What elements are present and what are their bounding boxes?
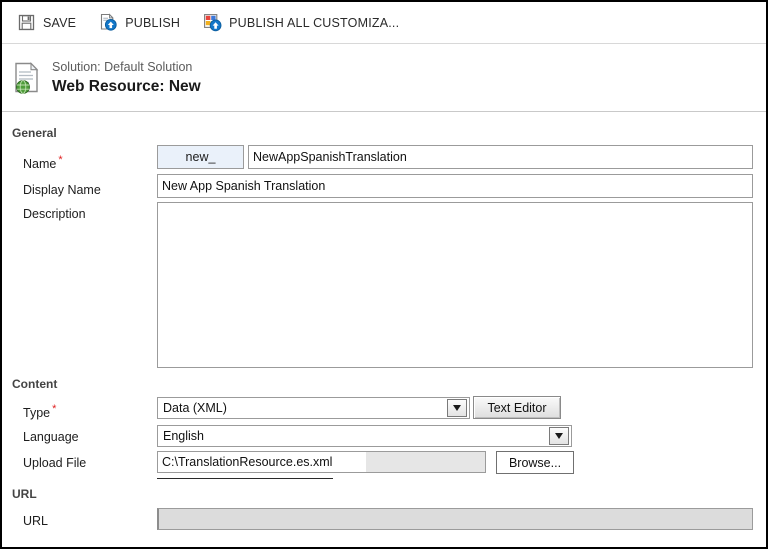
upload-file-field-label: Upload File (23, 456, 87, 470)
publish-all-customizations-button[interactable]: PUBLISH ALL CUSTOMIZA... (202, 9, 399, 37)
save-button[interactable]: SAVE (16, 9, 76, 37)
description-textarea[interactable] (157, 202, 753, 368)
type-required-asterisk: * (52, 403, 57, 415)
display-name-input[interactable] (157, 174, 753, 198)
chevron-down-icon[interactable] (549, 427, 569, 445)
type-field-label: Type * (23, 403, 56, 420)
language-select[interactable]: English (157, 425, 572, 447)
solution-breadcrumb: Solution: Default Solution (52, 60, 193, 74)
url-field-label: URL (23, 514, 49, 528)
url-input (157, 508, 753, 530)
section-header-url: URL (12, 487, 37, 501)
name-label-text: Name (23, 157, 57, 172)
publish-icon (98, 13, 118, 33)
type-select[interactable]: Data (XML) (157, 397, 470, 419)
upload-file-value: C:\TranslationResource.es.xml (158, 452, 366, 472)
publish-all-customizations-button-label: PUBLISH ALL CUSTOMIZA... (229, 15, 400, 30)
description-field-label: Description (23, 207, 86, 221)
web-resource-form-window: SAVE PUBLISH PUBLISH ALL CUSTOMIZA... So… (0, 0, 768, 549)
language-field-label: Language (23, 430, 79, 444)
publish-all-customizations-icon (202, 13, 222, 33)
record-header-text: Solution: Default Solution Web Resource:… (52, 59, 201, 96)
display-name-field-label: Display Name (23, 183, 101, 197)
language-select-value: English (163, 429, 204, 443)
text-editor-button[interactable]: Text Editor (473, 396, 561, 419)
page-title: Web Resource: New (52, 78, 201, 95)
publish-button[interactable]: PUBLISH (98, 9, 180, 37)
chevron-down-icon[interactable] (447, 399, 467, 417)
upload-file-input[interactable]: C:\TranslationResource.es.xml (157, 451, 486, 473)
upload-file-underline (157, 478, 333, 479)
web-resource-document-globe-icon (12, 61, 44, 95)
name-field-label: Name * (23, 154, 63, 171)
command-bar: SAVE PUBLISH PUBLISH ALL CUSTOMIZA... (2, 2, 766, 44)
name-required-asterisk: * (58, 154, 63, 166)
type-select-value: Data (XML) (163, 401, 227, 415)
publish-button-label: PUBLISH (125, 15, 181, 30)
name-input[interactable] (248, 145, 753, 169)
name-prefix-box: new_ (157, 145, 244, 169)
form-body: General Name* new_ Display Name Descript… (2, 112, 766, 547)
save-button-label: SAVE (43, 15, 77, 30)
section-header-general: General (12, 126, 57, 140)
browse-button[interactable]: Browse... (496, 451, 574, 474)
type-label-text: Type (23, 406, 51, 421)
section-header-content: Content (12, 377, 58, 391)
record-header: Solution: Default Solution Web Resource:… (2, 44, 766, 112)
save-floppy-icon (16, 13, 36, 33)
